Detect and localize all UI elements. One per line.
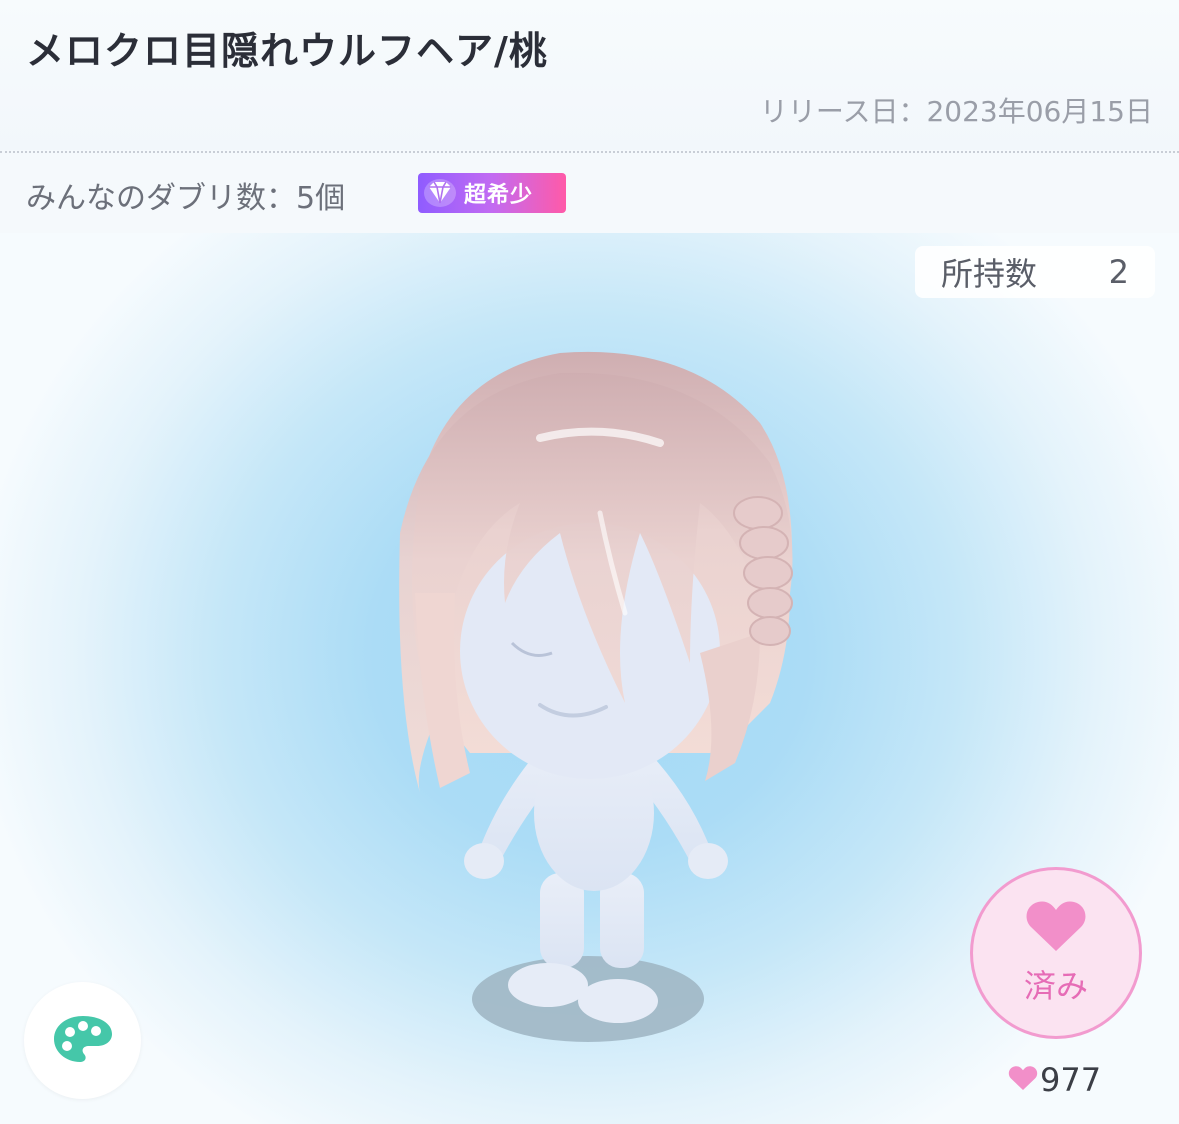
heart-icon xyxy=(1025,899,1087,957)
left-hand xyxy=(464,843,504,879)
item-title: メロクロ目隠れウルフヘア/桃 xyxy=(26,29,548,73)
left-foot xyxy=(508,963,588,1007)
like-status-label: 済み xyxy=(1023,967,1088,1005)
item-header: メロクロ目隠れウルフヘア/桃 リリース日：2023年06月15日 xyxy=(0,0,1179,150)
palette-icon xyxy=(52,1014,114,1068)
like-count-value: 977 xyxy=(1040,1061,1102,1099)
rarity-badge: 超希少 xyxy=(418,173,566,213)
avatar-preview: 所持数 2 済み 977 xyxy=(0,233,1179,1124)
small-heart-icon xyxy=(1008,1061,1038,1099)
right-foot xyxy=(578,979,658,1023)
release-date: リリース日：2023年06月15日 xyxy=(759,95,1153,128)
like-count: 977 xyxy=(1008,1061,1118,1099)
duplicate-count-row: みんなのダブリ数：5個 超希少 xyxy=(0,153,1179,233)
color-palette-button[interactable] xyxy=(24,982,141,1099)
diamond-icon xyxy=(420,173,460,213)
rarity-badge-label: 超希少 xyxy=(464,183,534,208)
duplicate-count-label: みんなのダブリ数：5個 xyxy=(26,181,346,216)
like-button[interactable]: 済み xyxy=(970,867,1142,1039)
right-hand xyxy=(688,843,728,879)
